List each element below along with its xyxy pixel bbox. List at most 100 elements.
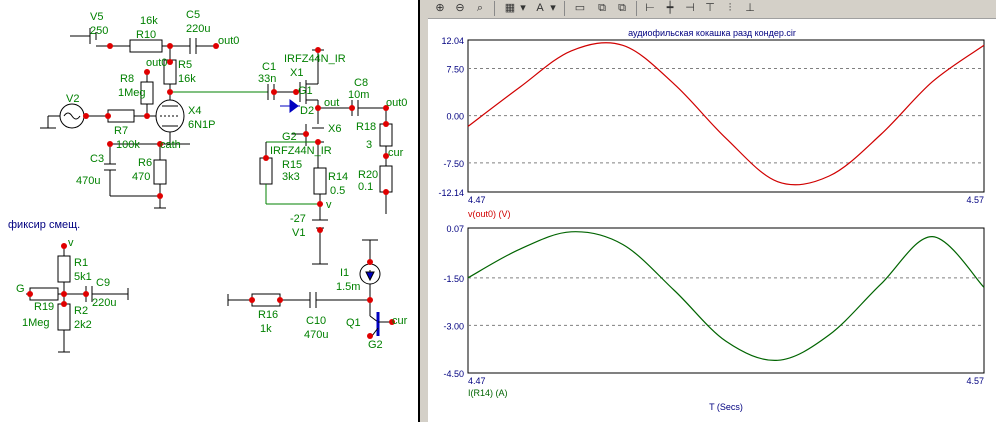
y-tick-label: -12.14 [438,188,464,198]
label-r7-name: R7 [114,125,128,137]
series-line [467,231,985,361]
label-i1-name: I1 [340,267,349,279]
plot-title: аудиофильская кокашка разд кондер.cir [628,28,796,38]
label-r10-name: R10 [136,29,156,41]
label-r7-val: 100k [116,139,140,151]
toolbar-separator [636,1,637,16]
label-c5-name: C5 [186,9,200,21]
zoom-fit-icon[interactable]: ⌕ [472,1,488,16]
label-x4-val: 6N1P [188,119,216,131]
label-r15-name: R15 [282,159,302,171]
label-v2-name: V2 [66,93,79,105]
schematic-panel[interactable]: V5 250 16k R10 C5 220u out0 out0 R5 16k … [0,0,418,422]
label-r8-val: 1Meg [118,87,146,99]
label-c10-name: C10 [306,315,326,327]
label-x6-name: X6 [328,123,341,135]
label-x1-part: IRFZ44N_IR [284,53,346,65]
label-r1-val: 5k1 [74,271,92,283]
label-out0-c: out0 [386,97,407,109]
label-q1-name: Q1 [346,317,361,329]
y-tick-label: -3.00 [443,321,464,331]
label-r19-val: 1Meg [22,317,50,329]
label-c5-val: 220u [186,23,210,35]
plot-frame [467,39,985,193]
label-d2: D2 [300,105,314,117]
label-v5-val: 250 [90,25,108,37]
series-line [467,42,985,186]
label-g2-b: G2 [368,339,383,351]
label-c8-name: C8 [354,77,368,89]
window-icon[interactable]: ▭ [572,1,588,16]
plot-panel[interactable]: ⊕ ⊖ ⌕ ▦ ▾ A ▾ ▭ ⧉ ⧉ ⊢ ┿ ⊣ ⊤ ⫶ ⊥ аудиофил… [428,0,996,422]
align-center-icon[interactable]: ┿ [662,1,678,16]
text-icon[interactable]: A [532,1,548,16]
label-c8-val: 10m [348,89,369,101]
label-v-a: v [326,199,332,211]
toolbar-separator [564,1,565,16]
label-r19-name: R19 [34,301,54,313]
label-c1-val: 33n [258,73,276,85]
label-out0-a: out0 [218,35,239,47]
dropdown-icon[interactable]: ▾ [518,1,528,16]
chart-top: 12.047.500.00-7.50-12.144.47 4.57v(out0) … [438,36,985,219]
schematic-canvas[interactable]: V5 250 16k R10 C5 220u out0 out0 R5 16k … [0,0,418,422]
label-i1-val: 1.5m [336,281,360,293]
cascade-icon[interactable]: ⧉ [614,1,630,16]
plot-frame [467,227,985,374]
label-r20-name: R20 [358,169,378,181]
label-r5-val: 16k [178,73,196,85]
label-r6-val: 470 [132,171,150,183]
label-r14-name: R14 [328,171,348,183]
label-g2-a: G2 [282,131,297,143]
label-c9-name: C9 [96,277,110,289]
label-v1-name: V1 [292,227,305,239]
y-tick-label: -1.50 [443,274,464,284]
label-r18-val: 3 [366,139,372,151]
y-tick-label: 0.07 [446,224,464,234]
zoom-in-icon[interactable]: ⊕ [432,1,448,16]
y-tick-label: -4.50 [443,369,464,379]
label-out0-b: out0 [146,57,167,69]
tile-icon[interactable]: ⧉ [594,1,610,16]
label-c3-val: 470u [76,175,100,187]
label-c3-name: C3 [90,153,104,165]
label-x6-part: IRFZ44N_IR [270,145,332,157]
align-v-icon[interactable]: ⫶ [722,1,738,16]
y-tick-label: -7.50 [443,159,464,169]
dropdown-icon[interactable]: ▾ [548,1,558,16]
label-out: out [324,97,339,109]
label-v-b: v [68,237,74,249]
align-right-icon[interactable]: ⊣ [682,1,698,16]
y-tick-label: 0.00 [446,112,464,122]
splitter[interactable] [420,0,428,422]
x-tick-label: 4.47 [468,195,486,205]
align-left-icon[interactable]: ⊢ [642,1,658,16]
x-axis-label: T (Secs) [709,402,743,412]
label-g: G [16,283,25,295]
label-c9-val: 220u [92,297,116,309]
y-tick-label: 7.50 [446,65,464,75]
label-r8-name: R8 [120,73,134,85]
zoom-out-icon[interactable]: ⊖ [452,1,468,16]
label-v1-val: -27 [290,213,306,225]
label-c1-name: C1 [262,61,276,73]
x-tick-label: 4.47 [468,376,486,386]
label-x4-name: X4 [188,105,201,117]
label-cur-b: cur [392,315,408,327]
x-tick-label: 4.57 [966,376,984,386]
label-r18-name: R18 [356,121,376,133]
label-r5-name: R5 [178,59,192,71]
label-r16-name: R16 [258,309,278,321]
distribute-icon[interactable]: ⊥ [742,1,758,16]
align-h-icon[interactable]: ⊤ [702,1,718,16]
label-cur-a: cur [388,147,404,159]
series-legend: I(R14) (A) [468,388,508,398]
grid-icon[interactable]: ▦ [502,1,518,16]
label-x1-name: X1 [290,67,303,79]
label-r20-val: 0.1 [358,181,373,193]
label-r2-val: 2k2 [74,319,92,331]
plot-toolbar: ⊕ ⊖ ⌕ ▦ ▾ A ▾ ▭ ⧉ ⧉ ⊢ ┿ ⊣ ⊤ ⫶ ⊥ [428,0,996,19]
label-r14-val: 0.5 [330,185,345,197]
label-cath: cath [160,139,181,151]
label-c10-val: 470u [304,329,328,341]
